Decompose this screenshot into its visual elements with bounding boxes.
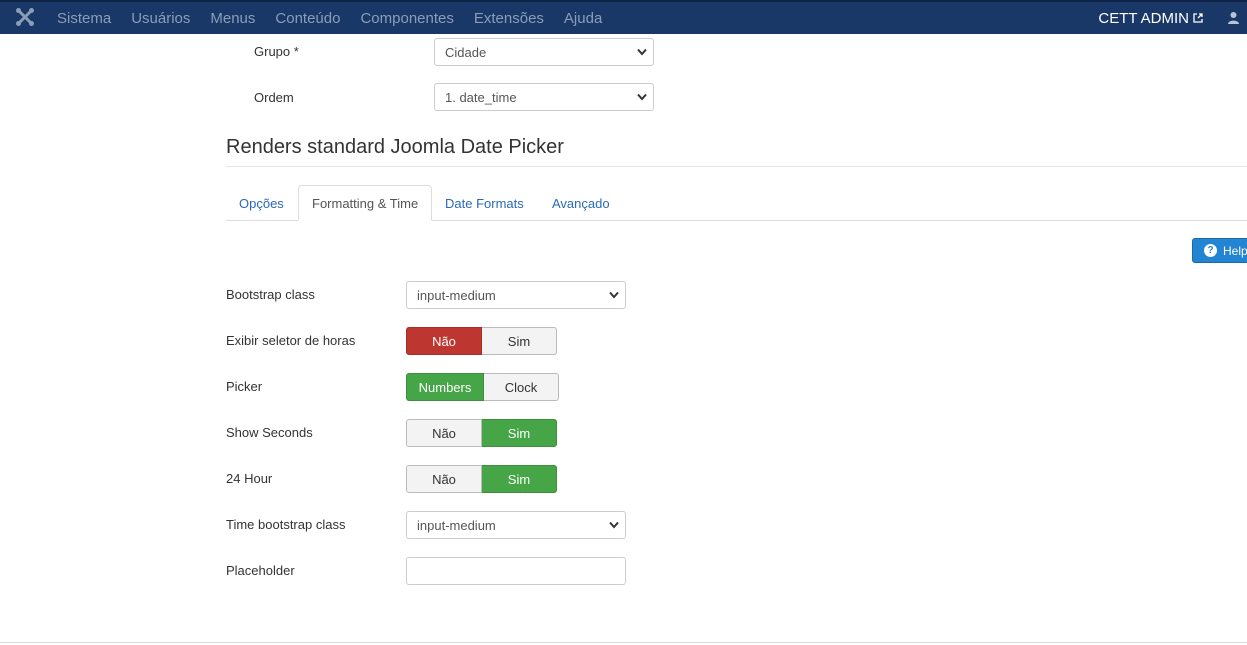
tab-avancado[interactable]: Avançado [539, 185, 623, 221]
grupo-select[interactable]: Cidade [434, 38, 654, 66]
picker-clock[interactable]: Clock [484, 373, 559, 401]
menu-item-ajuda[interactable]: Ajuda [564, 10, 602, 27]
menu-item-componentes[interactable]: Componentes [360, 10, 453, 27]
picker-numbers[interactable]: Numbers [406, 373, 484, 401]
grupo-label: Grupo * [254, 43, 299, 59]
tab-opcoes[interactable]: Opções [226, 185, 297, 221]
time-bootstrap-class-label: Time bootstrap class [226, 517, 346, 532]
hour24-sim[interactable]: Sim [482, 465, 557, 493]
chevron-down-icon [637, 48, 647, 56]
tab-formatting-time[interactable]: Formatting & Time [298, 185, 433, 221]
grupo-select-value: Cidade [445, 44, 487, 60]
bootstrap-class-label: Bootstrap class [226, 287, 315, 302]
joomla-logo-icon[interactable] [15, 7, 35, 27]
time-bootstrap-class-select[interactable]: input-medium [406, 511, 626, 539]
exibir-seletor-label: Exibir seletor de horas [226, 333, 356, 348]
exibir-seletor-toggle: Não Sim [406, 327, 557, 355]
menu-item-usuarios[interactable]: Usuários [131, 10, 190, 27]
user-icon[interactable] [1227, 11, 1240, 24]
exibir-seletor-nao[interactable]: Não [406, 327, 482, 355]
ordem-select[interactable]: 1. date_time [434, 83, 654, 111]
ordem-select-value: 1. date_time [445, 89, 517, 105]
external-link-icon [1193, 13, 1203, 23]
question-circle-icon: ? [1204, 244, 1217, 257]
placeholder-input[interactable] [406, 557, 626, 585]
bootstrap-class-value: input-medium [417, 287, 496, 303]
bootstrap-class-select[interactable]: input-medium [406, 281, 626, 309]
chevron-down-icon [609, 521, 619, 529]
show-seconds-label: Show Seconds [226, 425, 313, 440]
bottom-divider [0, 642, 1247, 643]
top-navbar: Sistema Usuários Menus Conteúdo Componen… [0, 0, 1247, 34]
show-seconds-nao[interactable]: Não [406, 419, 482, 447]
picker-toggle: Numbers Clock [406, 373, 559, 401]
chevron-down-icon [637, 93, 647, 101]
help-button-label: Help [1223, 243, 1247, 258]
site-admin-label: CETT ADMIN [1098, 9, 1189, 27]
chevron-down-icon [609, 291, 619, 299]
hour24-nao[interactable]: Não [406, 465, 482, 493]
help-button[interactable]: ? Help [1192, 238, 1247, 263]
title-divider [226, 166, 1247, 167]
show-seconds-sim[interactable]: Sim [482, 419, 557, 447]
ordem-label: Ordem [254, 89, 294, 105]
menu-item-menus[interactable]: Menus [210, 10, 255, 27]
menu-item-extensoes[interactable]: Extensões [474, 10, 544, 27]
exibir-seletor-sim[interactable]: Sim [482, 327, 557, 355]
plugin-description-title: Renders standard Joomla Date Picker [226, 136, 564, 158]
placeholder-label: Placeholder [226, 563, 295, 578]
menu-item-sistema[interactable]: Sistema [57, 10, 111, 27]
site-admin-link[interactable]: CETT ADMIN [1098, 2, 1203, 34]
tab-date-formats[interactable]: Date Formats [432, 185, 537, 221]
hour24-toggle: Não Sim [406, 465, 557, 493]
show-seconds-toggle: Não Sim [406, 419, 557, 447]
hour24-label: 24 Hour [226, 471, 273, 486]
time-bootstrap-class-value: input-medium [417, 517, 496, 533]
main-menu: Sistema Usuários Menus Conteúdo Componen… [57, 2, 622, 34]
picker-label: Picker [226, 379, 263, 394]
menu-item-conteudo[interactable]: Conteúdo [275, 10, 340, 27]
